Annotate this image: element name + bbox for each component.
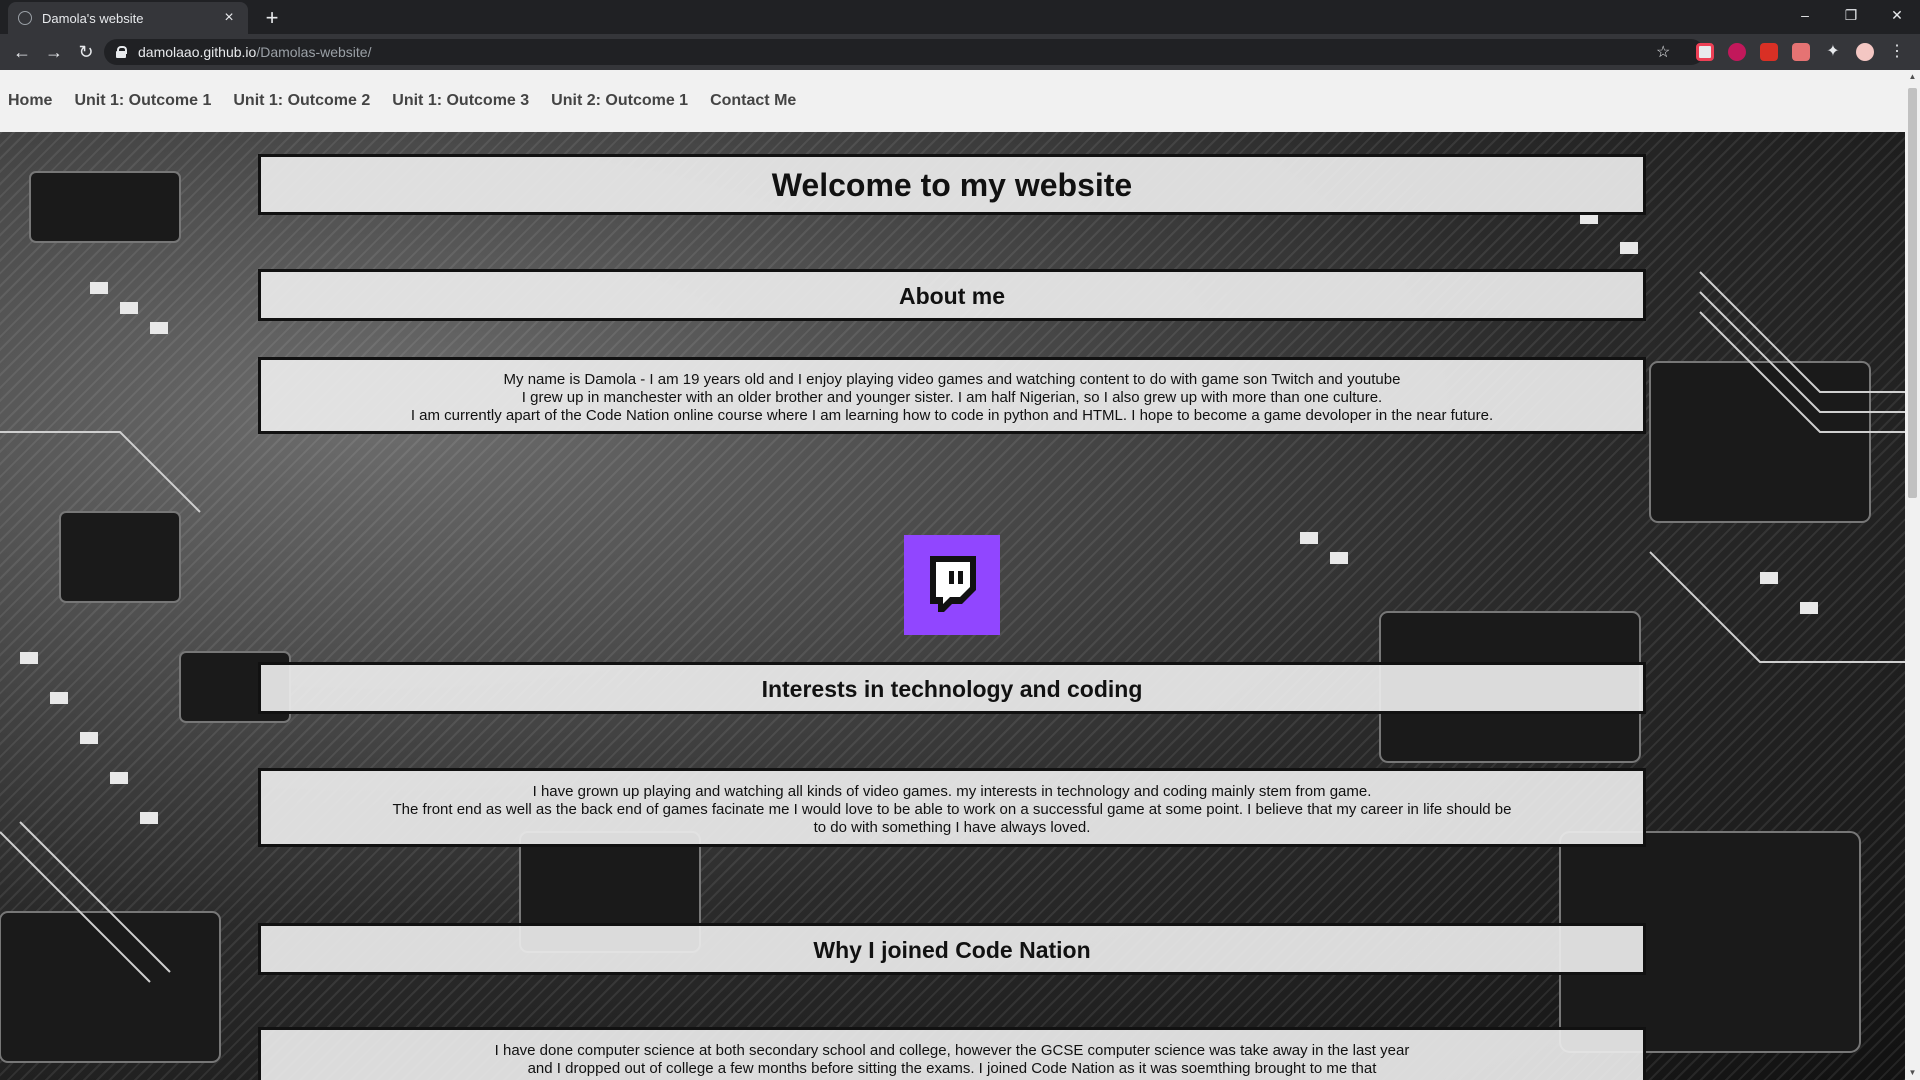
extension-icon[interactable] [1792,43,1810,61]
codenation-heading: Why I joined Code Nation [813,937,1091,963]
nav-unit2-outcome1[interactable]: Unit 2: Outcome 1 [551,92,688,110]
interests-text-box: I have grown up playing and watching all… [258,768,1646,847]
interests-line-1: I have grown up playing and watching all… [532,783,1372,800]
back-icon[interactable]: ← [8,40,36,64]
extension-badge-icon[interactable] [1760,43,1778,61]
about-heading-box: About me [258,269,1646,321]
codenation-heading-box: Why I joined Code Nation [258,923,1646,975]
puzzle-extensions-icon[interactable]: ✦ [1824,43,1842,61]
about-line-3: I am currently apart of the Code Nation … [410,407,1494,424]
interests-line-3: to do with something I have always loved… [813,819,1091,836]
site-nav: Home Unit 1: Outcome 1 Unit 1: Outcome 2… [0,70,1905,132]
about-text-box: My name is Damola - I am 19 years old an… [258,357,1646,434]
about-heading: About me [898,283,1006,309]
browser-tab[interactable]: Damola's website × [8,2,248,34]
close-window-icon[interactable]: ✕ [1874,0,1920,30]
lock-icon [116,46,127,58]
reload-icon[interactable]: ↻ [72,40,100,64]
welcome-title-box: Welcome to my website [258,154,1646,215]
tab-strip: Damola's website × + – ❐ ✕ [0,0,1920,34]
restore-icon[interactable]: ❐ [1828,0,1874,30]
nav-home[interactable]: Home [8,92,52,110]
address-bar[interactable]: damolaao.github.io/Damolas-website/ [104,39,1704,65]
twitch-icon [930,556,976,612]
tab-title: Damola's website [42,10,144,26]
nav-contact-me[interactable]: Contact Me [710,92,796,110]
twitch-logo-link[interactable] [904,535,1000,635]
pocket-extension-icon[interactable] [1696,43,1714,61]
about-line-2: I grew up in manchester with an older br… [521,389,1383,406]
interests-line-2: The front end as well as the back end of… [392,801,1512,818]
avatar[interactable] [1856,43,1874,61]
interests-heading-box: Interests in technology and coding [258,662,1646,714]
forward-icon[interactable]: → [40,40,68,64]
page-title: Welcome to my website [771,167,1133,203]
globe-icon [18,11,32,25]
interests-heading: Interests in technology and coding [761,676,1143,702]
url-host: damolaao.github.io [138,44,257,60]
codenation-text-box: I have done computer science at both sec… [258,1027,1646,1080]
scroll-down-arrow-icon[interactable]: ▼ [1905,1066,1920,1080]
about-line-1: My name is Damola - I am 19 years old an… [503,371,1401,388]
bookmark-star-icon[interactable]: ☆ [1656,42,1670,62]
url-path: /Damolas-website/ [256,44,372,60]
close-tab-icon[interactable]: × [220,9,238,27]
nav-unit1-outcome3[interactable]: Unit 1: Outcome 3 [392,92,529,110]
scroll-thumb[interactable] [1908,88,1917,498]
new-tab-button[interactable]: + [258,4,286,32]
nav-unit1-outcome2[interactable]: Unit 1: Outcome 2 [233,92,370,110]
minimize-icon[interactable]: – [1782,0,1828,30]
page-scrollbar[interactable]: ▲ ▼ [1905,70,1920,1080]
scroll-up-arrow-icon[interactable]: ▲ [1905,70,1920,84]
nav-unit1-outcome1[interactable]: Unit 1: Outcome 1 [74,92,211,110]
codenation-line-1: I have done computer science at both sec… [494,1042,1410,1059]
browser-toolbar: ← → ↻ damolaao.github.io/Damolas-website… [0,34,1920,70]
codenation-line-2: and I dropped out of college a few month… [527,1060,1377,1077]
shield-extension-icon[interactable] [1728,43,1746,61]
page-viewport: Home Unit 1: Outcome 1 Unit 1: Outcome 2… [0,70,1905,1080]
menu-kebab-icon[interactable]: ⋮ [1888,43,1906,61]
